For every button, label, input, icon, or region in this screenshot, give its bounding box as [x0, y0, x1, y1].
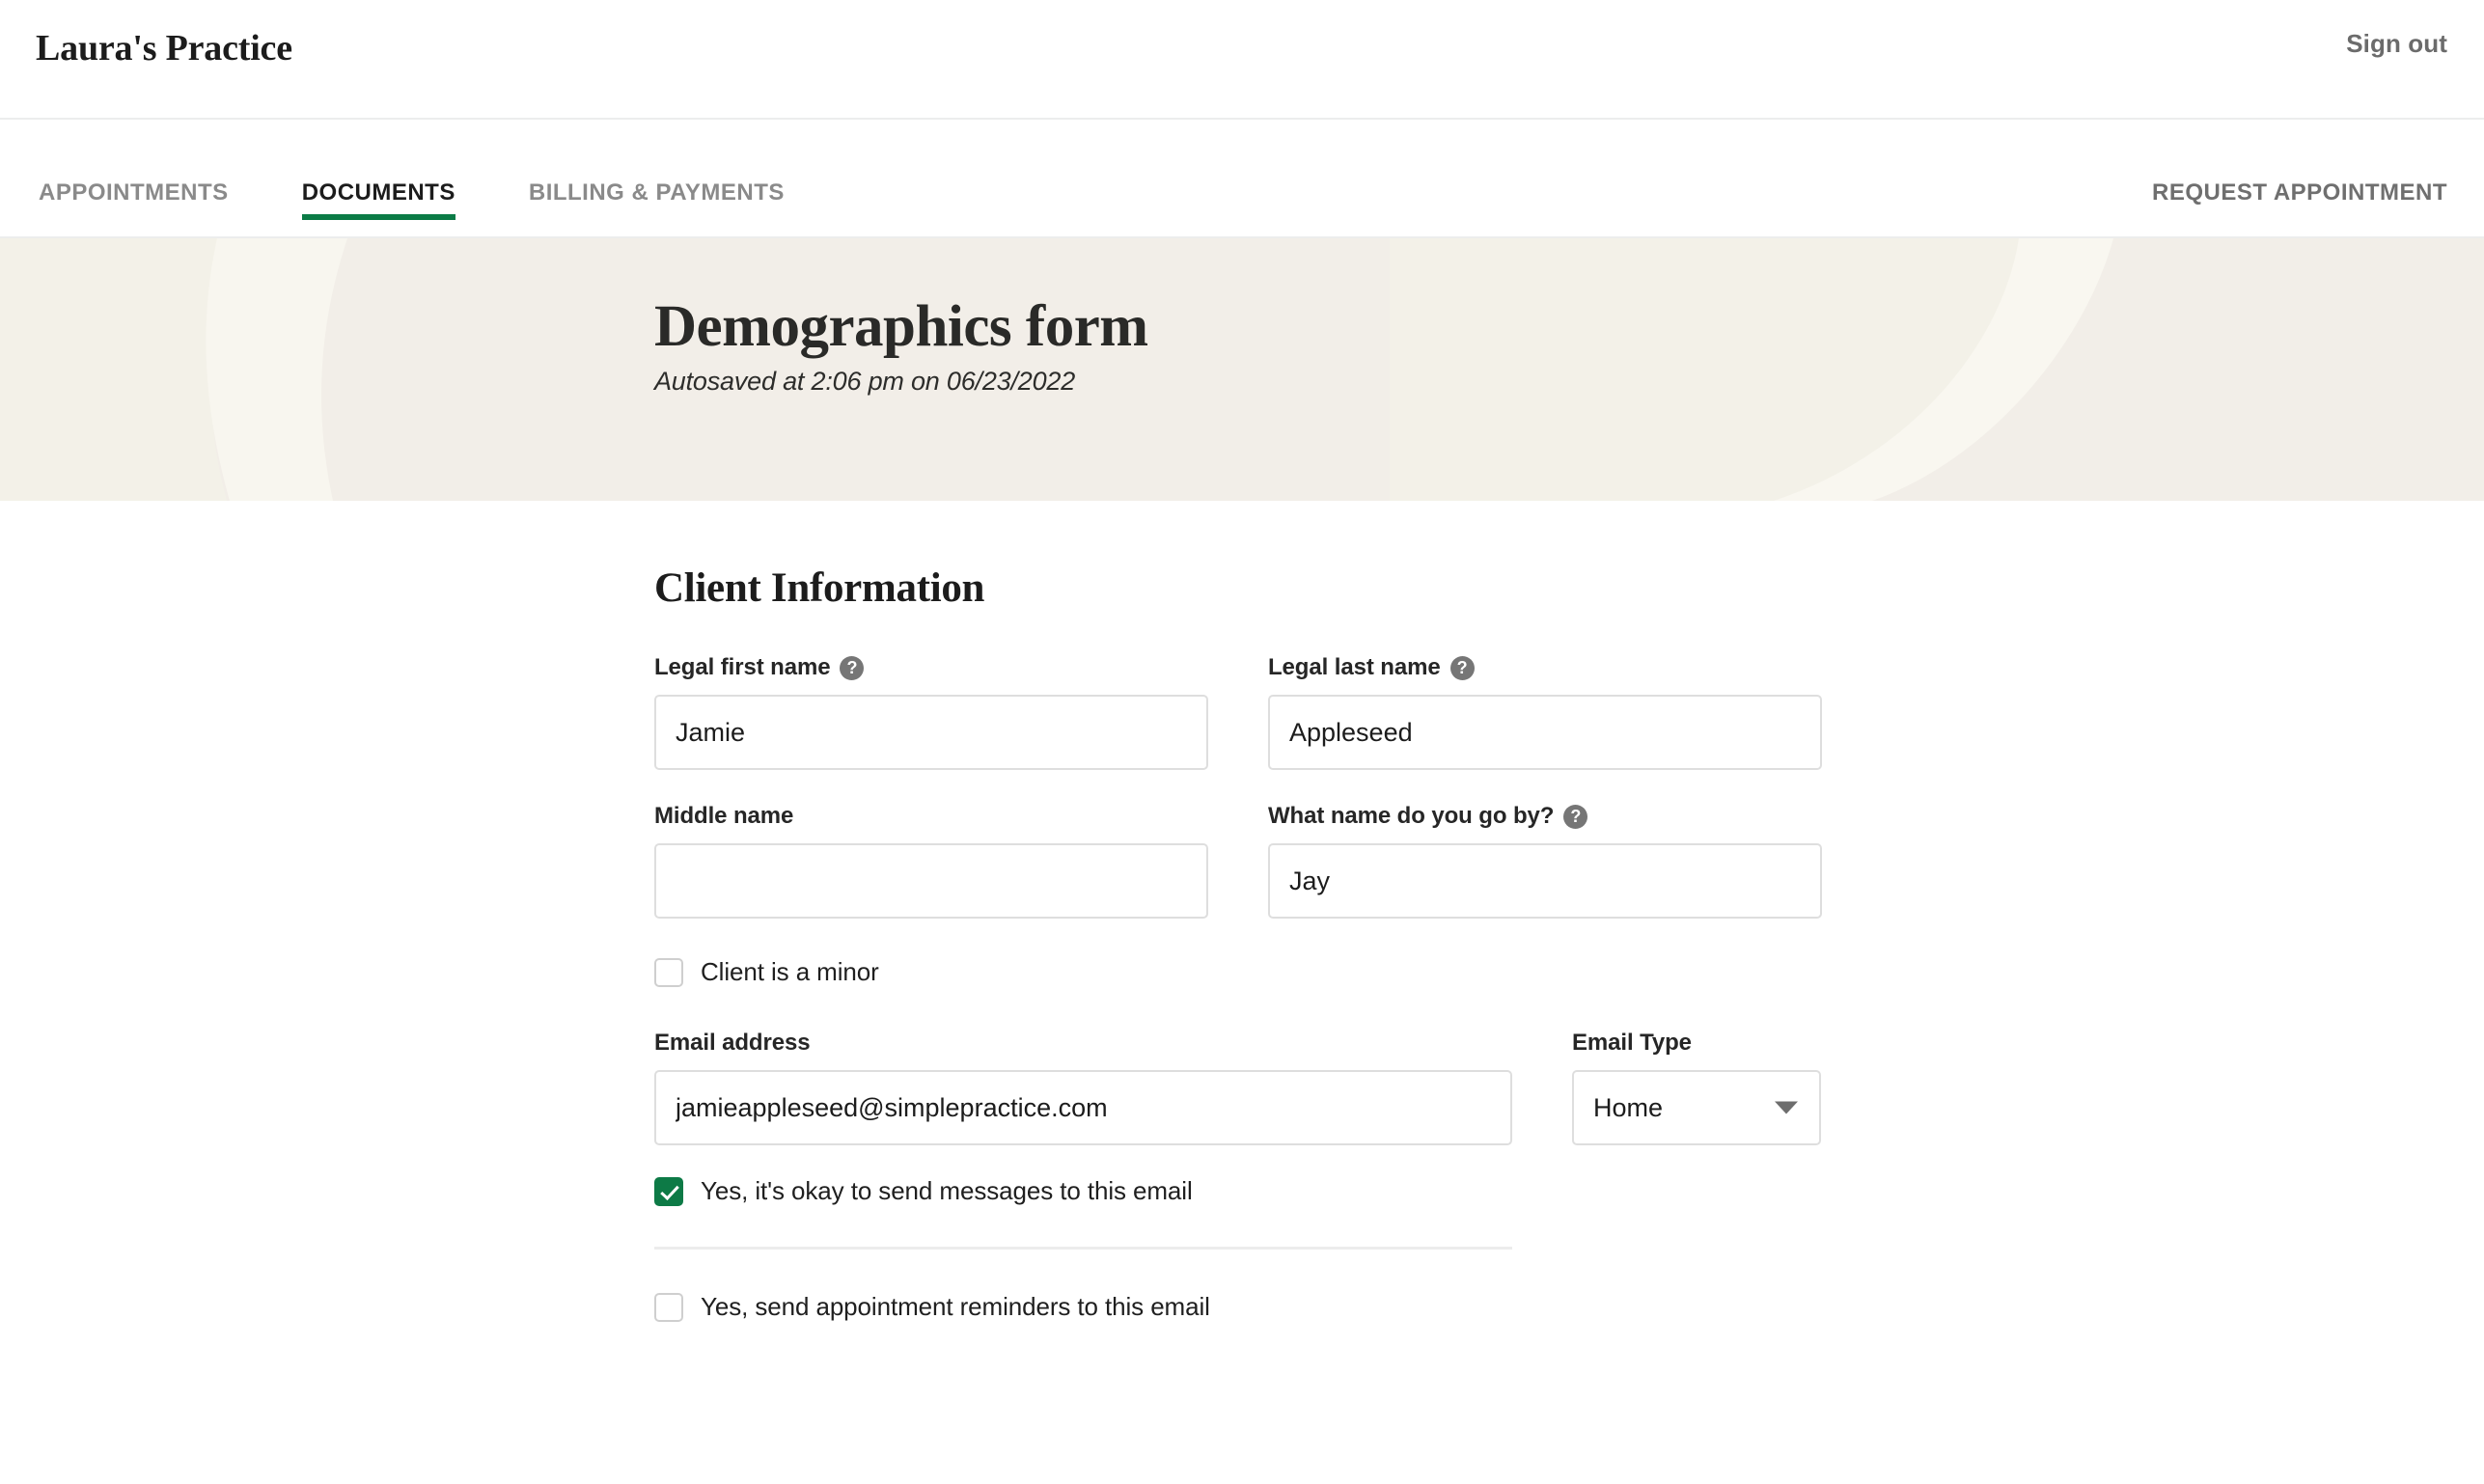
tab-documents[interactable]: DOCUMENTS	[301, 179, 456, 220]
field-email-address: Email address	[654, 1030, 1512, 1145]
goes-by-name-input[interactable]	[1268, 843, 1822, 919]
field-goes-by-name: What name do you go by? ?	[1268, 803, 1822, 919]
label-text: Legal last name	[1268, 654, 1441, 680]
autosave-status: Autosaved at 2:06 pm on 06/23/2022	[654, 367, 1076, 397]
help-icon[interactable]: ?	[1563, 804, 1588, 829]
field-legal-last-name: Legal last name ?	[1268, 654, 1822, 770]
main-navigation: APPOINTMENTS DOCUMENTS BILLING & PAYMENT…	[0, 120, 2484, 238]
email-type-value: Home	[1593, 1092, 1664, 1122]
request-appointment-link[interactable]: REQUEST APPOINTMENT	[2152, 179, 2447, 206]
label-legal-first-name: Legal first name ?	[654, 654, 1208, 681]
top-bar: Laura's Practice Sign out	[0, 0, 2484, 120]
label-goes-by-name: What name do you go by? ?	[1268, 803, 1822, 830]
label-text: Email address	[654, 1030, 811, 1056]
checkbox-row-client-is-minor[interactable]: Client is a minor	[654, 957, 1832, 987]
checkbox-row-ok-to-send-messages[interactable]: Yes, it's okay to send messages to this …	[654, 1176, 1832, 1206]
sign-out-link[interactable]: Sign out	[2346, 29, 2447, 59]
form-title: Demographics form	[654, 294, 1148, 359]
ok-to-send-messages-checkbox[interactable]	[654, 1176, 683, 1206]
page-title: Laura's Practice	[36, 28, 292, 69]
help-icon[interactable]: ?	[1449, 655, 1475, 680]
email-address-input[interactable]	[654, 1070, 1512, 1145]
chevron-down-icon	[1775, 1101, 1798, 1114]
label-text: What name do you go by?	[1268, 803, 1555, 829]
appointment-reminders-checkbox[interactable]	[654, 1292, 683, 1322]
legal-last-name-input[interactable]	[1268, 695, 1822, 770]
client-is-minor-label: Client is a minor	[701, 957, 879, 986]
middle-name-input[interactable]	[654, 843, 1208, 919]
nav-tab-list: APPOINTMENTS DOCUMENTS BILLING & PAYMENT…	[39, 120, 858, 236]
appointment-reminders-label: Yes, send appointment reminders to this …	[701, 1292, 1210, 1321]
hero-text-block: Demographics form Autosaved at 2:06 pm o…	[654, 294, 1148, 397]
label-legal-last-name: Legal last name ?	[1268, 654, 1822, 681]
field-middle-name: Middle name	[654, 803, 1208, 919]
label-email-type: Email Type	[1572, 1030, 1821, 1057]
field-email-type: Email Type Home	[1572, 1030, 1821, 1145]
tab-appointments[interactable]: APPOINTMENTS	[39, 179, 229, 220]
email-type-select[interactable]: Home	[1572, 1070, 1821, 1145]
form-body: Client Information Legal first name ? Le…	[0, 501, 2484, 1322]
label-text: Email Type	[1572, 1030, 1692, 1056]
tab-billing-payments[interactable]: BILLING & PAYMENTS	[529, 179, 785, 220]
email-row: Email address Email Type Home	[654, 1030, 1832, 1145]
label-text: Middle name	[654, 803, 794, 829]
client-is-minor-checkbox[interactable]	[654, 957, 683, 987]
label-email-address: Email address	[654, 1030, 1512, 1057]
hero-decorative-shapes	[0, 238, 2484, 501]
form-hero-banner: Demographics form Autosaved at 2:06 pm o…	[0, 238, 2484, 501]
name-row-1: Legal first name ? Legal last name ?	[654, 654, 1832, 770]
section-heading-client-information: Client Information	[654, 565, 985, 611]
name-row-2: Middle name What name do you go by? ?	[654, 803, 1832, 919]
form-content: Client Information Legal first name ? Le…	[654, 564, 1832, 1322]
help-icon[interactable]: ?	[840, 655, 865, 680]
label-middle-name: Middle name	[654, 803, 1208, 830]
field-legal-first-name: Legal first name ?	[654, 654, 1208, 770]
checkbox-row-appointment-reminders[interactable]: Yes, send appointment reminders to this …	[654, 1292, 1832, 1322]
ok-to-send-messages-label: Yes, it's okay to send messages to this …	[701, 1176, 1193, 1205]
legal-first-name-input[interactable]	[654, 695, 1208, 770]
label-text: Legal first name	[654, 654, 831, 680]
